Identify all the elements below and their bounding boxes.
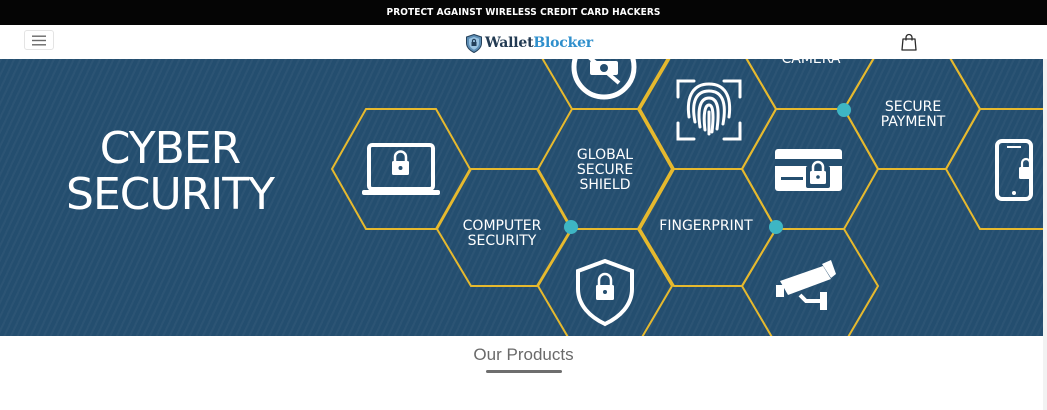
scrollbar[interactable]	[1043, 59, 1047, 410]
network-node	[837, 103, 851, 117]
announcement-bar: PROTECT AGAINST WIRELESS CREDIT CARD HAC…	[0, 0, 1047, 25]
laptop-lock-icon	[362, 143, 440, 195]
logo-word-1: Wallet	[485, 35, 534, 51]
shopping-bag-icon	[901, 33, 917, 51]
network-node	[564, 220, 578, 234]
cctv-camera-icon	[776, 260, 836, 310]
credit-card-lock-icon	[775, 149, 842, 191]
label-secure-payment-line-2: PAYMENT	[880, 114, 946, 130]
network-node	[769, 220, 783, 234]
hero-title-line-1: CYBER	[99, 123, 241, 174]
label-camera: CAMERA	[781, 59, 841, 67]
label-global-line-3: SHIELD	[579, 177, 631, 193]
logo-text: WalletBlocker	[485, 35, 593, 51]
hero-banner: CYBER SECURITY CAMERA SECURE PAYMENT GLO…	[0, 59, 1047, 336]
smartphone-lock-icon	[995, 139, 1033, 201]
announcement-text: PROTECT AGAINST WIRELESS CREDIT CARD HAC…	[386, 7, 661, 18]
section-title: Our Products	[473, 345, 574, 364]
shield-logo-icon	[466, 33, 482, 53]
hamburger-icon	[32, 35, 46, 45]
menu-button[interactable]	[24, 30, 54, 50]
label-global-line-2: SECURE	[576, 162, 634, 178]
label-computer-line-1: COMPUTER	[462, 218, 542, 234]
hero-title: CYBER SECURITY	[57, 126, 283, 218]
label-fingerprint: FINGERPRINT	[659, 218, 753, 234]
label-secure-payment-line-1: SECURE	[884, 99, 942, 115]
label-computer-line-2: SECURITY	[467, 233, 537, 249]
label-global-secure-shield: GLOBAL SECURE SHIELD	[577, 148, 633, 193]
site-logo[interactable]: WalletBlocker	[466, 32, 593, 54]
hero-title-line-2: SECURITY	[66, 169, 275, 220]
logo-word-2: Blocker	[533, 35, 593, 51]
shield-lock-icon	[576, 258, 634, 327]
fingerprint-icon	[676, 79, 742, 141]
label-secure-payment: SECURE PAYMENT	[881, 100, 946, 130]
label-computer-security: COMPUTER SECURITY	[463, 219, 542, 249]
site-header: WalletBlocker	[0, 25, 1047, 59]
cart-button[interactable]	[901, 33, 917, 56]
label-global-line-1: GLOBAL	[576, 147, 634, 163]
section-title-underline	[486, 370, 562, 373]
camera-icon	[571, 59, 637, 100]
